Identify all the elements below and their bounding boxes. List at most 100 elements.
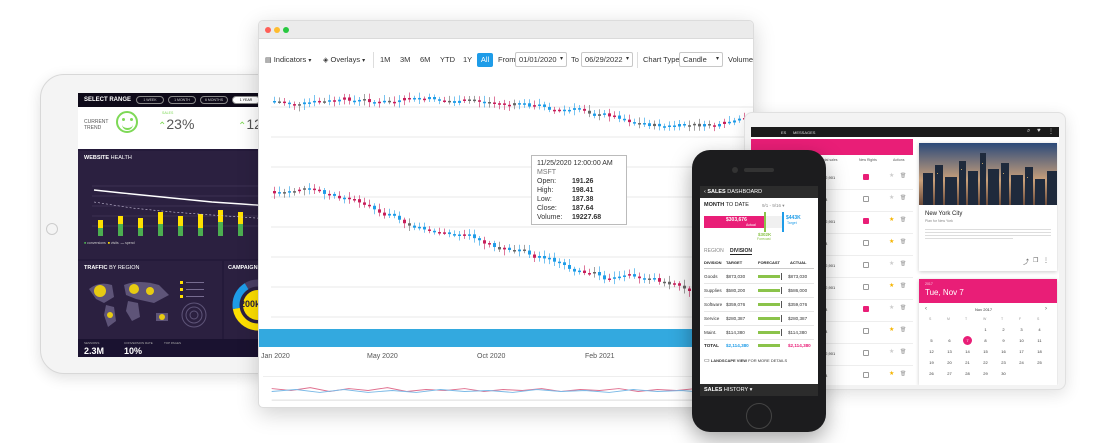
period-1m-button[interactable]: 1M (380, 53, 390, 67)
row-checkbox[interactable] (863, 350, 869, 356)
row-checkbox[interactable] (863, 328, 869, 334)
trash-icon[interactable]: 🗑 (900, 173, 906, 179)
trash-icon[interactable]: 🗑 (900, 239, 906, 245)
division-row[interactable]: Service $280,387 $280,387 (704, 312, 814, 326)
trash-icon[interactable]: 🗑 (900, 195, 906, 201)
range-button-6-months[interactable]: 6 MONTHS (200, 96, 228, 104)
calendar-day[interactable]: 23 (999, 358, 1008, 367)
calendar-day[interactable]: 11 (1035, 336, 1044, 345)
minimize-window-button[interactable] (274, 27, 280, 33)
more-icon[interactable]: ⋮ (1043, 257, 1049, 264)
calendar-day[interactable]: 30 (999, 369, 1008, 378)
calendar-day[interactable]: 3 (1017, 325, 1026, 334)
calendar-day[interactable]: 1 (981, 325, 990, 334)
city-card[interactable]: New York City Plan for New York ⤴ ❐ ⋮ (919, 143, 1057, 271)
star-icon[interactable]: ★ (889, 194, 894, 201)
range-button-1-month[interactable]: 1 MONTH (168, 96, 196, 104)
star-icon[interactable]: ★ (889, 216, 894, 223)
calendar-day[interactable]: 26 (927, 369, 936, 378)
calendar-day[interactable]: 16 (999, 347, 1008, 356)
calendar-day[interactable]: 8 (981, 336, 990, 345)
chevron-left-icon[interactable]: ‹ (925, 306, 927, 312)
calendar-day[interactable]: 22 (981, 358, 990, 367)
region-tab[interactable]: REGION (704, 248, 724, 254)
search-icon[interactable]: ⌕ (1027, 128, 1030, 135)
period-all-button[interactable]: All (477, 53, 493, 67)
calendar-day[interactable]: 4 (1035, 325, 1044, 334)
trash-icon[interactable]: 🗑 (900, 327, 906, 333)
division-row[interactable]: Maint. $114,380 $114,380 (704, 326, 814, 340)
calendar-day[interactable]: 12 (927, 347, 936, 356)
calendar-day[interactable]: 28 (963, 369, 972, 378)
from-date-input[interactable]: 01/01/2020 ▾ (515, 52, 567, 67)
maximize-window-button[interactable] (283, 27, 289, 33)
topbar-tab-es[interactable]: ES (781, 130, 786, 135)
range-button-1-week[interactable]: 1 WEEK (136, 96, 164, 104)
chevron-right-icon[interactable]: › (1045, 306, 1047, 312)
calendar-day[interactable]: 21 (963, 358, 972, 367)
star-icon[interactable]: ★ (889, 304, 894, 311)
division-row[interactable]: Software $359,076 $359,076 (704, 298, 814, 312)
period-ytd-button[interactable]: YTD (440, 53, 455, 67)
indicators-menu[interactable]: ▤ Indicators ▾ (265, 53, 311, 67)
to-date-input[interactable]: 06/29/2022 ▾ (581, 52, 633, 67)
trash-icon[interactable]: 🗑 (900, 371, 906, 377)
calendar-day[interactable]: 17 (1017, 347, 1026, 356)
calendar-day[interactable]: 13 (945, 347, 954, 356)
row-checkbox[interactable] (863, 372, 869, 378)
topbar-tab-messages[interactable]: MESSAGES (793, 130, 815, 135)
calendar-day[interactable]: 7 (963, 336, 972, 345)
row-checkbox[interactable] (863, 306, 869, 312)
star-icon[interactable]: ★ (889, 282, 894, 289)
calendar-day[interactable]: 15 (981, 347, 990, 356)
close-window-button[interactable] (265, 27, 271, 33)
star-icon[interactable]: ★ (889, 326, 894, 333)
row-checkbox[interactable] (863, 218, 869, 224)
overlays-menu[interactable]: ◈ Overlays ▾ (323, 53, 365, 67)
range-navigator[interactable] (263, 376, 749, 404)
star-icon[interactable]: ★ (889, 238, 894, 245)
calendar-day[interactable]: 9 (999, 336, 1008, 345)
division-row[interactable]: Supplies $580,200 $586,000 (704, 284, 814, 298)
calendar-day[interactable]: 2 (999, 325, 1008, 334)
share-icon[interactable]: ⤴ (1023, 257, 1029, 266)
trash-icon[interactable]: 🗑 (900, 349, 906, 355)
calendar-day[interactable]: 10 (1017, 336, 1026, 345)
calendar-day[interactable]: 29 (981, 369, 990, 378)
division-tab[interactable]: DIVISION (730, 248, 752, 255)
period-6m-button[interactable]: 6M (420, 53, 430, 67)
date-range-select[interactable]: 9/1 - 9/16 ▾ (762, 203, 785, 209)
range-button-1-year[interactable]: 1 YEAR (232, 96, 260, 104)
chevron-left-icon[interactable]: ‹ (704, 189, 706, 195)
calendar-day[interactable]: 19 (927, 358, 936, 367)
calendar-day[interactable]: 27 (945, 369, 954, 378)
period-3m-button[interactable]: 3M (400, 53, 410, 67)
row-checkbox[interactable] (863, 174, 869, 180)
row-checkbox[interactable] (863, 196, 869, 202)
star-icon[interactable]: ★ (889, 260, 894, 267)
calendar-day[interactable]: 25 (1035, 358, 1044, 367)
star-icon[interactable]: ★ (889, 370, 894, 377)
phone-home-button[interactable] (746, 403, 772, 429)
calendar-day[interactable]: 5 (927, 336, 936, 345)
trash-icon[interactable]: 🗑 (900, 217, 906, 223)
star-icon[interactable]: ★ (889, 348, 894, 355)
calendar-day[interactable]: 14 (963, 347, 972, 356)
calendar-day[interactable]: 20 (945, 358, 954, 367)
row-checkbox[interactable] (863, 240, 869, 246)
division-row[interactable]: Goods $873,030 $873,030 (704, 270, 814, 284)
calendar-day[interactable]: 18 (1035, 347, 1044, 356)
chart-type-select[interactable]: Candle ▾ (679, 52, 723, 67)
calendar-day[interactable]: 24 (1017, 358, 1026, 367)
calendar-day[interactable]: 6 (945, 336, 954, 345)
sales-history-footer[interactable]: SALES HISTORY ▾ (700, 384, 818, 396)
row-checkbox[interactable] (863, 284, 869, 290)
heart-icon[interactable]: ♥ (1037, 128, 1041, 134)
bookmark-icon[interactable]: ❐ (1033, 257, 1038, 264)
trash-icon[interactable]: 🗑 (900, 283, 906, 289)
trash-icon[interactable]: 🗑 (900, 305, 906, 311)
row-checkbox[interactable] (863, 262, 869, 268)
trash-icon[interactable]: 🗑 (900, 261, 906, 267)
more-vertical-icon[interactable]: ⋮ (1048, 128, 1054, 135)
period-1y-button[interactable]: 1Y (463, 53, 472, 67)
